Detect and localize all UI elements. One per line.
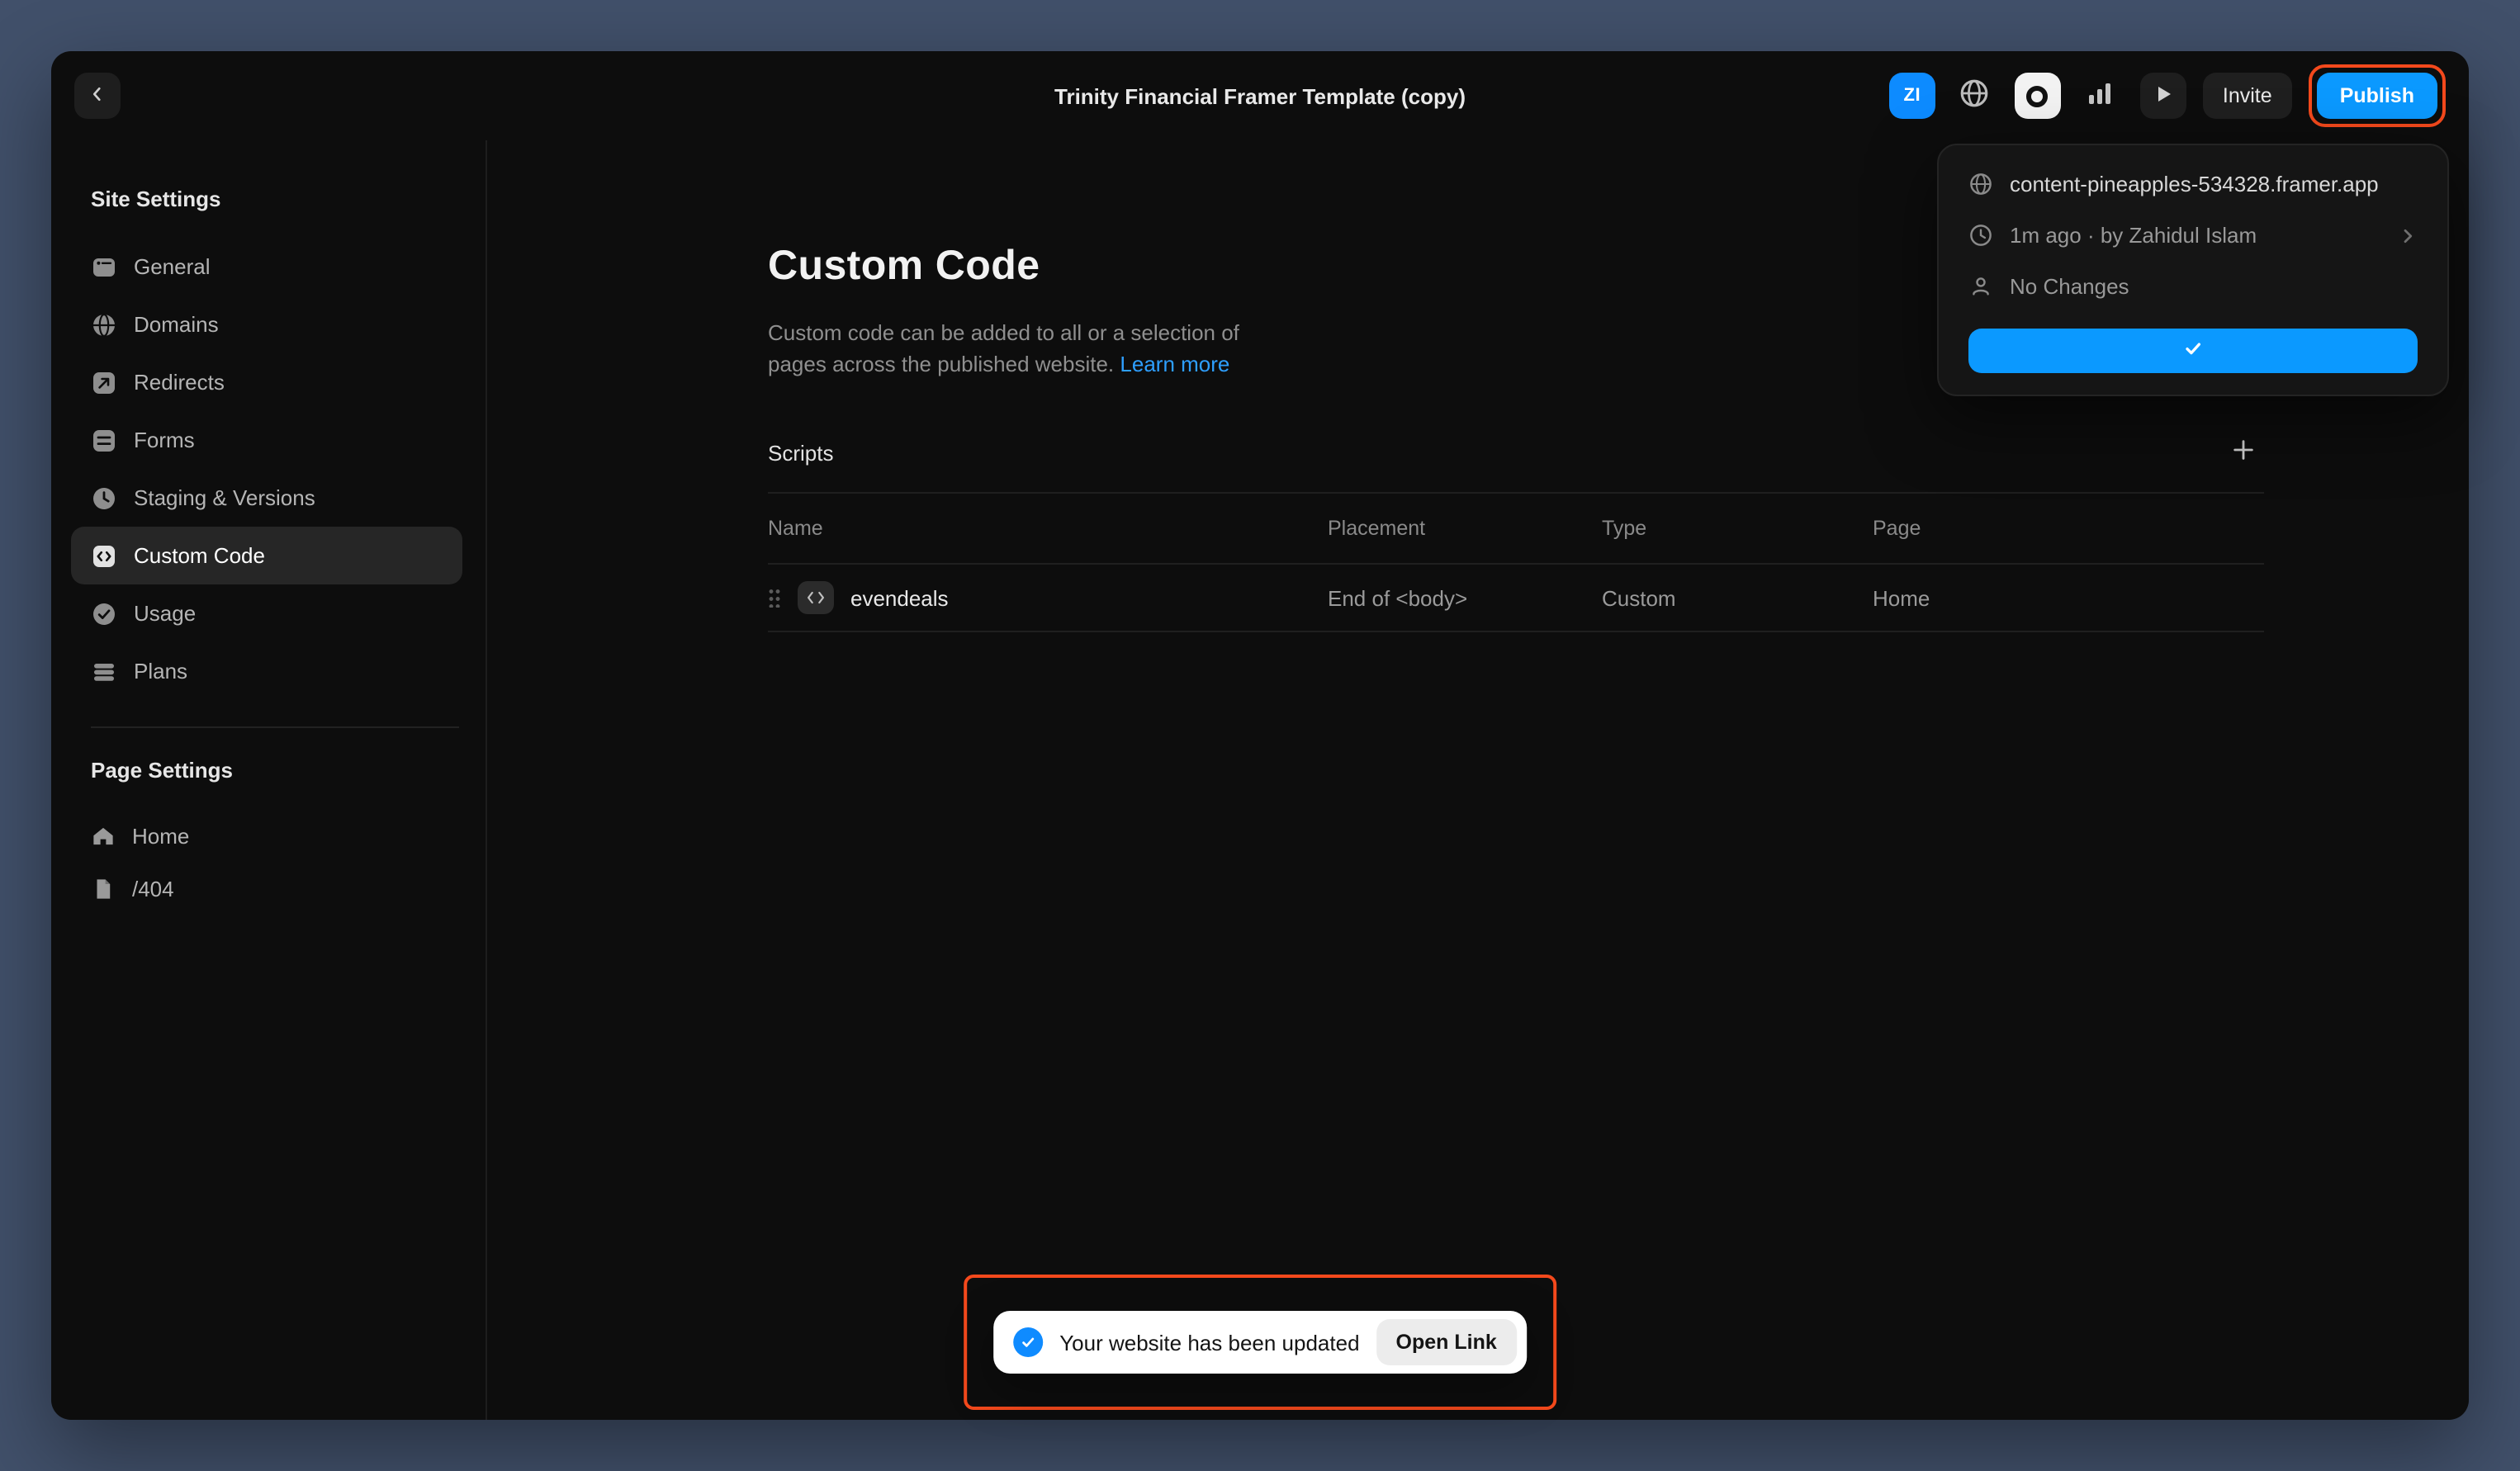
plans-icon [91,658,117,684]
sidebar-item-label: Staging & Versions [134,485,315,510]
script-name: evendeals [850,586,949,611]
sidebar-divider [91,726,459,728]
topbar-actions: ZI I [1889,64,2446,127]
sidebar-item-home[interactable]: Home [71,809,462,862]
sidebar-item-label: Usage [134,601,196,626]
column-header-name: Name [768,518,1328,541]
check-icon [2181,337,2205,365]
published-domain: content-pineapples-534328.framer.app [2010,172,2379,196]
site-globe-button[interactable] [1952,73,1998,119]
add-script-button[interactable] [2221,432,2264,475]
success-check-icon [1013,1327,1043,1357]
record-icon [2027,85,2049,106]
sidebar-item-label: Home [132,823,189,848]
clock-icon [1968,223,1993,248]
column-header-type: Type [1602,518,1873,541]
usage-icon [91,600,117,627]
sidebar-item-404[interactable]: /404 [71,862,462,915]
sidebar-item-label: Custom Code [134,543,265,568]
table-header-row: Name Placement Type Page [768,493,2264,565]
sidebar-item-label: Domains [134,312,219,337]
person-icon [1968,274,1993,299]
column-header-page: Page [1873,518,2264,541]
domains-icon [91,311,117,338]
code-icon [91,542,117,569]
column-header-placement: Placement [1328,518,1602,541]
sidebar-item-label: Forms [134,428,195,452]
bar-chart-icon [2087,79,2115,112]
site-settings-heading: Site Settings [71,187,462,211]
sidebar: Site Settings General Domains [51,140,487,1420]
sidebar-item-custom-code[interactable]: Custom Code [71,527,462,584]
general-icon [91,253,117,280]
topbar: Trinity Financial Framer Template (copy)… [51,51,2469,140]
app-window: Trinity Financial Framer Template (copy)… [51,51,2469,1420]
sidebar-item-label: /404 [132,876,174,901]
script-name-cell: evendeals [768,582,1328,615]
scripts-title: Scripts [768,441,833,466]
publish-popover: content-pineapples-534328.framer.app 1m … [1937,144,2449,396]
script-type: Custom [1602,586,1873,611]
sidebar-item-label: Redirects [134,370,225,395]
publish-confirm-button[interactable] [1968,329,2418,373]
annotation-box-publish: Publish [2309,64,2446,127]
page-settings-heading: Page Settings [71,758,462,783]
desktop: Trinity Financial Framer Template (copy)… [0,0,2520,1471]
globe-icon [1959,78,1991,114]
file-icon [91,876,116,901]
toast-notification: Your website has been updated Open Link [993,1311,1527,1374]
plus-icon [2230,438,2255,468]
changes-status: No Changes [2010,274,2129,299]
sidebar-item-staging-versions[interactable]: Staging & Versions [71,469,462,527]
popover-history-row[interactable]: 1m ago · by Zahidul Islam [1955,210,2431,261]
scripts-table: Name Placement Type Page evendeals [768,493,2264,633]
forms-icon [91,427,117,453]
table-row[interactable]: evendeals End of <body> Custom Home [768,565,2264,633]
open-link-button[interactable]: Open Link [1376,1319,1517,1365]
preview-button[interactable] [2140,73,2186,119]
analytics-button[interactable] [2077,73,2124,119]
sidebar-item-general[interactable]: General [71,238,462,296]
scripts-header: Scripts [768,433,2264,473]
script-placement: End of <body> [1328,586,1602,611]
invite-button[interactable]: Invite [2203,73,2292,119]
popover-changes-row: No Changes [1955,261,2431,312]
section-description: Custom code can be added to all or a sel… [768,317,1267,381]
record-button[interactable] [2015,73,2061,119]
sidebar-item-label: General [134,254,211,279]
sidebar-item-plans[interactable]: Plans [71,642,462,700]
chevron-left-icon [88,83,107,108]
clock-icon [91,485,117,511]
learn-more-link[interactable]: Learn more [1120,352,1229,376]
sidebar-item-usage[interactable]: Usage [71,584,462,642]
sidebar-item-label: Plans [134,659,187,683]
home-icon [91,823,116,848]
redirects-icon [91,369,117,395]
sidebar-item-domains[interactable]: Domains [71,296,462,353]
toast-message: Your website has been updated [1059,1330,1359,1355]
code-chip-icon [798,582,834,615]
sidebar-item-forms[interactable]: Forms [71,411,462,469]
script-page: Home [1873,586,2264,611]
avatar[interactable]: ZI [1889,73,1935,119]
globe-icon [1968,172,1993,196]
publish-button[interactable]: Publish [2317,73,2437,119]
page-title: Trinity Financial Framer Template (copy) [1054,83,1466,108]
annotation-box-toast: Your website has been updated Open Link [964,1275,1556,1410]
chevron-right-icon [2398,225,2418,245]
sidebar-item-redirects[interactable]: Redirects [71,353,462,411]
last-publish-info: 1m ago · by Zahidul Islam [2010,223,2257,248]
drag-handle-icon[interactable] [768,589,781,608]
popover-domain-row[interactable]: content-pineapples-534328.framer.app [1955,158,2431,210]
back-button[interactable] [74,73,121,119]
play-icon [2153,83,2173,108]
